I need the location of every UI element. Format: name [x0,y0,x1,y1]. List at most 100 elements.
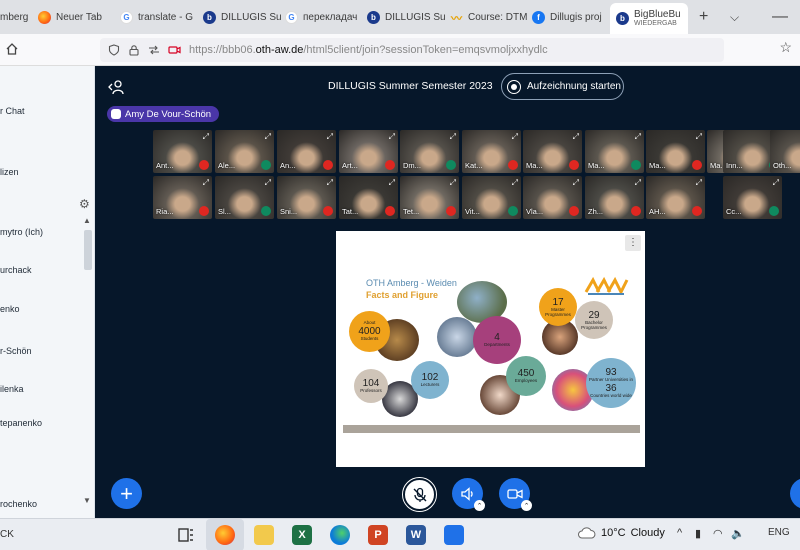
user-list-item[interactable]: mytro (Ich) [0,227,43,237]
webcam-tile[interactable]: Sl... ⤢ [215,176,274,219]
webcam-tile[interactable]: Kat... ⤢ [462,130,521,173]
scrollbar-thumb[interactable] [84,230,92,270]
microphone-muted-icon [569,160,579,170]
new-tab-button[interactable]: + [699,9,708,25]
video-options-chevron-icon[interactable]: ⌃ [521,500,532,511]
browser-tab[interactable]: f Dillugis proj [532,5,602,30]
minimize-icon[interactable]: — [772,9,788,25]
user-list-item[interactable]: ilenka [0,384,24,394]
fullscreen-icon[interactable]: ⤢ [635,132,641,142]
webcam-tile[interactable]: Tet... ⤢ [400,176,459,219]
webcam-tile[interactable]: An... ⤢ [277,130,336,173]
camera-blocked-icon[interactable] [168,44,181,56]
talking-indicator[interactable]: Amy De Vour-Schön [107,106,220,122]
task-view-icon[interactable] [176,525,196,545]
fullscreen-icon[interactable]: ⤢ [573,132,579,142]
fullscreen-icon[interactable]: ⤢ [327,132,333,142]
scroll-down-icon[interactable]: ▼ [83,496,91,505]
user-list-item[interactable]: r-Schön [0,346,32,356]
lock-icon[interactable] [128,44,140,56]
user-list-item[interactable]: rochenko [0,499,37,509]
webcam-tile[interactable]: Ant... ⤢ [153,130,212,173]
fullscreen-icon[interactable]: ⤢ [635,178,641,188]
fullscreen-icon[interactable]: ⤢ [389,178,395,188]
wifi-icon[interactable]: ◠ [713,527,723,540]
browser-tab[interactable]: G перекладач [285,5,357,30]
file-explorer-icon[interactable] [254,525,274,545]
browser-tab[interactable]: 〰 Course: DTM [450,5,527,30]
taskbar-search[interactable]: CK [0,529,14,540]
browser-tab-active[interactable]: b BigBlueBu WIEDERGAB × [610,3,688,34]
webcam-tile[interactable]: Tat... ⤢ [339,176,398,219]
webcam-tile[interactable]: Art... ⤢ [339,130,398,173]
microphone-toggle-button[interactable] [402,477,437,512]
address-bar[interactable]: https://bbb06.oth-aw.de/html5client/join… [100,38,724,62]
home-icon[interactable] [5,42,19,56]
browser-tab[interactable]: b DILLUGIS Su [367,5,446,30]
start-recording-button[interactable]: Aufzeichnung starten [501,73,624,100]
browser-tab[interactable]: mberg [0,5,28,30]
fullscreen-icon[interactable]: ⤢ [389,132,395,142]
webcam-tile[interactable]: Dm... ⤢ [400,130,459,173]
edge-icon[interactable] [330,525,350,545]
word-icon[interactable]: W [406,525,426,545]
user-list-item[interactable]: tepanenko [0,418,42,428]
browser-tab[interactable]: Neuer Tab [38,5,102,30]
gear-icon[interactable]: ⚙ [79,197,90,211]
actions-button[interactable]: + [111,478,142,509]
webcam-tile[interactable]: Cc... ⤢ [723,176,782,219]
excel-icon[interactable]: X [292,525,312,545]
fullscreen-icon[interactable]: ⤢ [696,132,702,142]
shield-icon[interactable] [108,44,120,56]
fullscreen-icon[interactable]: ⤢ [265,132,271,142]
fullscreen-icon[interactable]: ⤢ [265,178,271,188]
scroll-up-icon[interactable]: ▲ [83,216,91,225]
fullscreen-icon[interactable]: ⤢ [773,178,779,188]
teams-chat-icon[interactable] [444,525,464,545]
webcam-tile[interactable]: AH... ⤢ [646,176,705,219]
sidebar-item-notes[interactable]: lizen [0,167,19,177]
volume-icon[interactable]: 🔈 [731,527,745,540]
firefox-icon[interactable] [215,525,235,545]
presentation-slide[interactable]: ⋮ OTH Amberg - Weiden Facts and Figure A… [336,231,645,467]
user-list-toggle-icon[interactable] [107,79,125,95]
webcam-tile[interactable]: Oth...⤢ [770,130,800,173]
user-list-item[interactable]: urchack [0,265,32,275]
fullscreen-icon[interactable]: ⤢ [696,178,702,188]
webcam-tile[interactable]: Vla... ⤢ [523,176,582,219]
webcam-tile[interactable]: Ma... ⤢ [646,130,705,173]
browser-tab[interactable]: b DILLUGIS Su [203,5,282,30]
list-tabs-button[interactable]: ⌵ [730,9,739,25]
user-list-item[interactable]: enko [0,304,20,314]
fullscreen-icon[interactable]: ⤢ [450,178,456,188]
fullscreen-icon[interactable]: ⤢ [573,178,579,188]
camera-icon [506,488,523,499]
webcam-tile[interactable]: Ma... ⤢ [585,130,644,173]
webcam-tile[interactable]: Zh... ⤢ [585,176,644,219]
sidebar-item-chat[interactable]: r Chat [0,106,25,116]
fullscreen-icon[interactable]: ⤢ [512,132,518,142]
input-language[interactable]: ENG [768,527,790,538]
fullscreen-icon[interactable]: ⤢ [450,132,456,142]
webcam-tile[interactable]: Ria... ⤢ [153,176,212,219]
fullscreen-icon[interactable]: ⤢ [512,178,518,188]
browser-tab[interactable]: G translate - G [120,5,193,30]
webcam-tile[interactable]: Ale... ⤢ [215,130,274,173]
powerpoint-icon[interactable]: P [368,525,388,545]
permissions-icon[interactable] [148,44,160,56]
fullscreen-icon[interactable]: ⤢ [203,178,209,188]
bookmark-star-icon[interactable]: ☆ [779,39,792,56]
participant-name: Cc... [726,207,742,216]
presentation-options-button[interactable]: ⋮ [625,235,641,251]
webcam-tile[interactable]: Sni... ⤢ [277,176,336,219]
user-list-scrollbar[interactable]: ▲ ▼ [82,216,94,506]
show-hidden-icons-chevron-icon[interactable]: ^ [677,527,682,539]
participant-name: Ant... [156,161,174,170]
fullscreen-icon[interactable]: ⤢ [203,132,209,142]
fullscreen-icon[interactable]: ⤢ [327,178,333,188]
weather-widget[interactable]: 10°C Cloudy [578,527,665,539]
audio-options-chevron-icon[interactable]: ⌃ [474,500,485,511]
webcam-tile[interactable]: Ma... ⤢ [523,130,582,173]
webcam-tile[interactable]: Vit... ⤢ [462,176,521,219]
battery-icon[interactable]: ▮ [695,527,701,540]
